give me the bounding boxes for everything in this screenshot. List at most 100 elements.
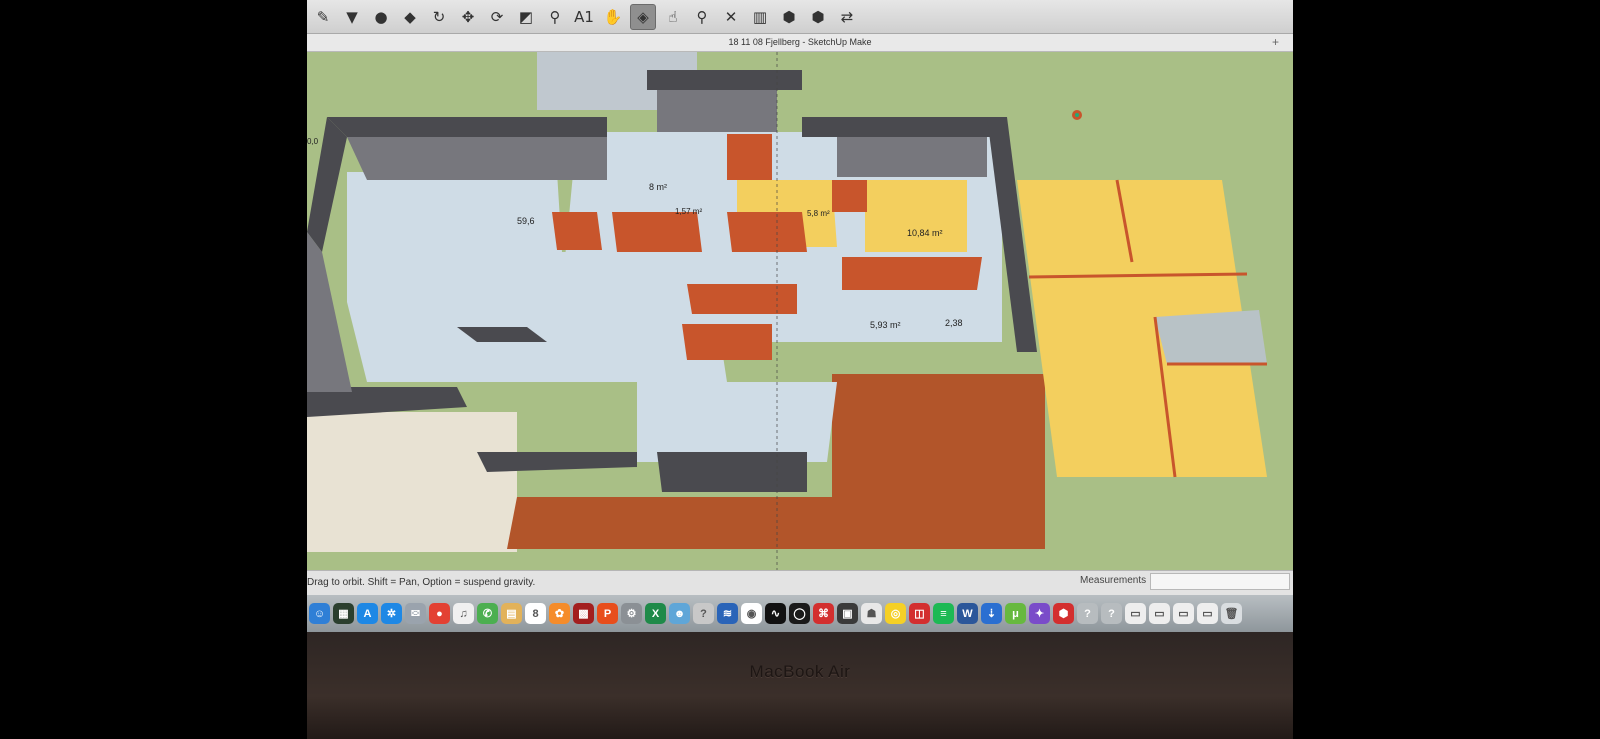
script-icon[interactable]: ∿	[765, 603, 786, 624]
finder-icon[interactable]: ☺	[309, 603, 330, 624]
move-tool-icon[interactable]: ✥	[456, 5, 480, 29]
wall-south-east	[657, 452, 807, 492]
eraser-tool-icon[interactable]: ●	[369, 5, 393, 29]
mail-badge-icon[interactable]: ✉	[405, 603, 426, 624]
area-label-1: 59,6	[517, 216, 535, 226]
utorrent-icon[interactable]: μ	[1005, 603, 1026, 624]
preview-icon[interactable]: ☗	[861, 603, 882, 624]
pencil-tool-icon[interactable]: ✎	[311, 5, 335, 29]
unknown-app-icon[interactable]: ?	[1077, 603, 1098, 624]
help-icon[interactable]: ?	[693, 603, 714, 624]
status-hint: Drag to orbit. Shift = Pan, Option = sus…	[307, 577, 536, 588]
paint-bucket-tool-icon[interactable]: ▼	[340, 5, 364, 29]
notes-icon[interactable]: ▤	[501, 603, 522, 624]
messages-icon[interactable]: ✆	[477, 603, 498, 624]
send-to-layout-tool-icon[interactable]: ⇄	[835, 5, 859, 29]
pan-tool-icon[interactable]: ☝	[661, 5, 685, 29]
wall-face-north-center	[657, 90, 777, 132]
scale-tool-icon[interactable]: ◩	[514, 5, 538, 29]
brick-wall-4	[727, 134, 772, 180]
corner-label: 0,0	[307, 137, 319, 146]
calendar2-icon[interactable]: ▣	[837, 603, 858, 624]
floor-plan-model: 59,6 8 m² 1,57 m² 5,8 m² 10,84 m² 5,93 m…	[307, 52, 1293, 570]
follow-me-tool-icon[interactable]: ⟳	[485, 5, 509, 29]
wall-face-north	[347, 137, 607, 180]
excel-icon[interactable]: X	[645, 603, 666, 624]
wall-north-center	[647, 70, 802, 90]
photos-icon[interactable]: ✿	[549, 603, 570, 624]
document-2-icon[interactable]: ▭	[1149, 603, 1170, 624]
activity-icon[interactable]: ◯	[789, 603, 810, 624]
measurements-input[interactable]	[1150, 573, 1290, 590]
text-tool-icon[interactable]: A1	[572, 5, 596, 29]
sketchup-icon[interactable]: ⬢	[1053, 603, 1074, 624]
push-pull-tool-icon[interactable]: ◆	[398, 5, 422, 29]
pdf-icon[interactable]: ⌘	[813, 603, 834, 624]
word-icon[interactable]: W	[957, 603, 978, 624]
brick-wall-2	[612, 212, 702, 252]
area-label-4: 5,8 m²	[807, 209, 830, 218]
brick-wall-1	[552, 212, 602, 250]
section-plane-tool-icon[interactable]: ▥	[748, 5, 772, 29]
measurements-label: Measurements	[1080, 575, 1147, 586]
zoom-tool-icon[interactable]: ⚲	[690, 5, 714, 29]
site-plan-grey	[1155, 310, 1267, 364]
brick-wall-5	[832, 180, 867, 212]
wall-face-north-east	[837, 137, 987, 177]
mission-control-icon[interactable]: ▦	[333, 603, 354, 624]
macos-dock: ☺ ▦ A ✲ ✉ ● ♫ ✆ ▤ 8 ✿ ▩ P ⚙ X ☻? ≋ ◉ ∿ ◯ ⌘ ▣ ☗ ◎ ◫ ≡ W ⇣ μ ✦ ⬢?? ▭ ▭ ▭ ▭ 🗑	[307, 595, 1293, 632]
airdrop-icon[interactable]: ≋	[717, 603, 738, 624]
laptop-photo: ✎ ▼ ● ◆ ↻ ✥ ⟳ ◩ ⚲ A1 ✋ ◈ ☝ ⚲ ✕ ▥ ⬢ ⬢ ⇄ 18 11 08 Fjellberg …	[307, 0, 1293, 739]
wall-north-east	[802, 117, 1007, 137]
itunes-icon[interactable]: ♫	[453, 603, 474, 624]
pages-icon[interactable]: P	[597, 603, 618, 624]
app-store-icon[interactable]: A	[357, 603, 378, 624]
orbit-cursor-icon	[1072, 110, 1082, 120]
tape-measure-tool-icon[interactable]: ⚲	[543, 5, 567, 29]
gallery-icon[interactable]: ◫	[909, 603, 930, 624]
add-tab-button[interactable]: +	[1272, 34, 1279, 51]
brick-wall-7	[687, 284, 797, 314]
system-preferences-icon[interactable]: ⚙	[621, 603, 642, 624]
unknown-app-2-icon[interactable]: ?	[1101, 603, 1122, 624]
color-picker-icon[interactable]: ◉	[741, 603, 762, 624]
sticky-icon[interactable]: ◎	[885, 603, 906, 624]
transmit-icon[interactable]: ⇣	[981, 603, 1002, 624]
area-label-3: 1,57 m²	[675, 207, 702, 216]
wall-north-west	[327, 117, 607, 137]
safari-icon[interactable]: ✲	[381, 603, 402, 624]
area-label-6: 5,93 m²	[870, 320, 901, 330]
status-bar: Drag to orbit. Shift = Pan, Option = sus…	[307, 570, 1293, 595]
area-label-2: 8 m²	[649, 182, 667, 192]
launchpad-icon[interactable]: ✦	[1029, 603, 1050, 624]
walk-tool-icon[interactable]: ✋	[601, 5, 625, 29]
spotify-icon[interactable]: ≡	[933, 603, 954, 624]
laptop-bezel: MacBook Air	[307, 632, 1293, 739]
area-label-5: 10,84 m²	[907, 228, 943, 238]
beige-area	[307, 412, 517, 552]
room-yellow-2	[865, 180, 967, 252]
window-title: 18 11 08 Fjellberg - SketchUp Make	[728, 37, 872, 47]
warehouse-tool-icon[interactable]: ⬢	[777, 5, 801, 29]
document-3-icon[interactable]: ▭	[1173, 603, 1194, 624]
rotate-tool-icon[interactable]: ↻	[427, 5, 451, 29]
chrome-icon[interactable]: ●	[429, 603, 450, 624]
calendar-icon[interactable]: 8	[525, 603, 546, 624]
trash-icon[interactable]: 🗑	[1221, 603, 1242, 624]
brick-wall-6	[842, 257, 982, 290]
orbit-tool-icon[interactable]: ◈	[630, 3, 656, 30]
zoom-extents-tool-icon[interactable]: ✕	[719, 5, 743, 29]
contacts-icon[interactable]: ☻	[669, 603, 690, 624]
document-icon[interactable]: ▭	[1125, 603, 1146, 624]
brick-wall-3	[727, 212, 807, 252]
document-4-icon[interactable]: ▭	[1197, 603, 1218, 624]
device-brand: MacBook Air	[749, 662, 851, 681]
laptop-screen: ✎ ▼ ● ◆ ↻ ✥ ⟳ ◩ ⚲ A1 ✋ ◈ ☝ ⚲ ✕ ▥ ⬢ ⬢ ⇄ 18 11 08 Fjellberg …	[307, 0, 1293, 632]
sketchup-toolbar: ✎ ▼ ● ◆ ↻ ✥ ⟳ ◩ ⚲ A1 ✋ ◈ ☝ ⚲ ✕ ▥ ⬢ ⬢ ⇄	[307, 0, 1293, 34]
extension-tool-icon[interactable]: ⬢	[806, 5, 830, 29]
brick-wall-8	[682, 324, 772, 360]
window-titlebar: 18 11 08 Fjellberg - SketchUp Make +	[307, 34, 1293, 52]
photo-booth-icon[interactable]: ▩	[573, 603, 594, 624]
model-viewport[interactable]: 59,6 8 m² 1,57 m² 5,8 m² 10,84 m² 5,93 m…	[307, 52, 1293, 570]
area-label-7: 2,38	[945, 318, 963, 328]
